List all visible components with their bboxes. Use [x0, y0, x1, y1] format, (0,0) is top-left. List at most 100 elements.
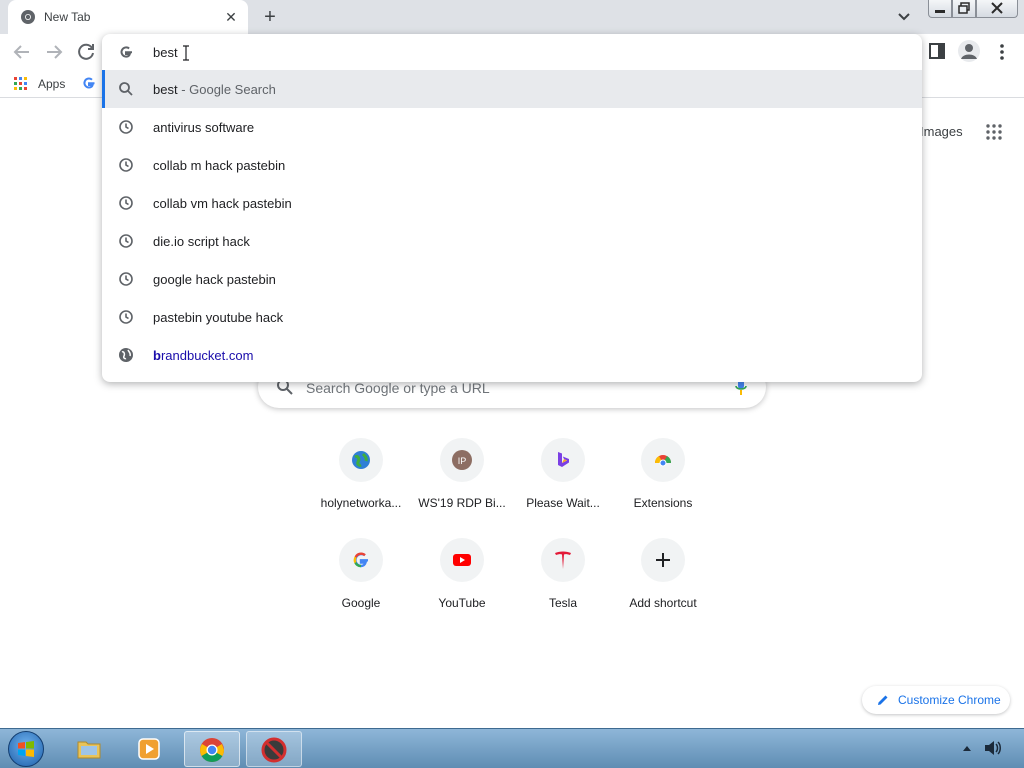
shortcut-label: Add shortcut — [629, 596, 697, 610]
images-link[interactable]: Images — [920, 124, 963, 139]
suggestion-url-rest: randbucket.com — [160, 348, 254, 363]
window-close-button[interactable] — [976, 0, 1018, 18]
taskbar-media-player[interactable] — [122, 731, 178, 767]
shortcut-tile[interactable]: IP WS'19 RDP Bi... — [406, 438, 518, 534]
history-clock-icon — [119, 234, 133, 248]
history-clock-icon — [119, 158, 133, 172]
taskbar-explorer[interactable] — [62, 731, 118, 767]
suggestion-history[interactable]: die.io script hack — [102, 222, 922, 260]
shortcut-label: Tesla — [548, 596, 577, 610]
shortcut-label: Please Wait... — [526, 496, 600, 510]
chevron-down-icon[interactable] — [894, 8, 914, 26]
svg-text:IP: IP — [458, 456, 467, 466]
window-restore-button[interactable] — [952, 0, 976, 18]
shortcut-tile[interactable]: Tesla — [507, 538, 619, 634]
google-icon — [353, 552, 368, 568]
restore-icon — [958, 2, 970, 14]
search-icon — [119, 82, 133, 96]
suggestion-search[interactable]: best - Google Search — [102, 70, 922, 108]
volume-icon[interactable] — [984, 740, 1002, 756]
google-apps-icon[interactable] — [986, 124, 1002, 140]
side-panel-icon[interactable] — [928, 42, 946, 60]
shortcut-tile[interactable]: Google — [305, 538, 417, 634]
shortcut-icon-circle — [541, 438, 585, 482]
google-icon[interactable] — [82, 76, 96, 90]
pencil-icon — [878, 695, 888, 705]
history-clock-icon — [119, 120, 133, 134]
suggestion-text: die.io script hack — [153, 234, 250, 249]
shortcut-tile[interactable]: Please Wait... — [507, 438, 619, 534]
minimize-icon — [935, 10, 945, 13]
forward-arrow-icon[interactable] — [42, 40, 66, 64]
apps-grid-icon[interactable] — [14, 77, 28, 91]
shortcut-icon-circle — [541, 538, 585, 582]
shortcut-icon-circle — [339, 538, 383, 582]
close-icon — [991, 2, 1003, 14]
shortcut-tile[interactable]: holynetworka... — [305, 438, 417, 534]
shortcut-tile[interactable]: Extensions — [607, 438, 719, 534]
shortcut-icon-circle — [339, 438, 383, 482]
reload-icon[interactable] — [74, 40, 98, 64]
suggestion-history[interactable]: pastebin youtube hack — [102, 298, 922, 336]
shortcut-label: holynetworka... — [320, 496, 402, 510]
chrome-icon — [200, 738, 224, 763]
suggestion-url[interactable]: brandbucket.com — [102, 336, 922, 374]
tab-strip: New Tab ✕ + — [0, 0, 1024, 34]
suggestion-text: antivirus software — [153, 120, 255, 135]
shortcut-label: YouTube — [438, 596, 486, 610]
suggestion-history[interactable]: google hack pastebin — [102, 260, 922, 298]
back-arrow-icon[interactable] — [10, 40, 34, 64]
omnibox-dropdown: best best - Google Search antivirus soft… — [102, 34, 922, 382]
suggestion-url-match: b — [153, 348, 161, 363]
globe-icon — [119, 348, 133, 362]
start-button[interactable] — [8, 731, 44, 767]
address-bar-input[interactable]: best — [153, 45, 178, 60]
tray-expand-icon[interactable] — [962, 744, 972, 752]
suggestion-suffix: - Google Search — [177, 82, 276, 97]
add-shortcut-tile[interactable]: Add shortcut — [607, 538, 719, 634]
shortcut-icon-circle — [440, 538, 484, 582]
suggestion-history[interactable]: collab m hack pastebin — [102, 146, 922, 184]
shortcut-label: Google — [341, 596, 381, 610]
shortcut-icon-circle: IP — [440, 438, 484, 482]
new-tab-button[interactable]: + — [258, 6, 282, 28]
text-cursor-icon — [183, 45, 189, 61]
taskbar-app[interactable] — [246, 731, 302, 767]
history-clock-icon — [119, 196, 133, 210]
suggestion-history[interactable]: collab vm hack pastebin — [102, 184, 922, 222]
history-clock-icon — [119, 272, 133, 286]
shortcut-icon-circle — [641, 438, 685, 482]
ip-icon: IP — [452, 450, 472, 470]
shortcut-label: Extensions — [633, 496, 693, 510]
more-vertical-icon[interactable] — [994, 42, 1010, 62]
history-clock-icon — [119, 310, 133, 324]
person-icon — [961, 44, 977, 59]
profile-avatar[interactable] — [958, 40, 980, 62]
taskbar-chrome[interactable] — [184, 731, 240, 767]
window-minimize-button[interactable] — [928, 0, 952, 18]
customize-chrome-button[interactable]: Customize Chrome — [862, 686, 1010, 714]
tab-new-tab[interactable]: New Tab ✕ — [8, 0, 248, 34]
folder-icon — [77, 741, 101, 759]
no-entry-icon — [261, 737, 287, 763]
bookmark-apps[interactable]: Apps — [38, 77, 65, 91]
shortcut-tile[interactable]: YouTube — [406, 538, 518, 634]
chrome-icon — [21, 10, 35, 24]
globe-icon — [352, 451, 370, 469]
windows-logo-icon — [18, 741, 34, 757]
suggestion-query: best — [153, 82, 178, 97]
shortcut-icon-circle — [641, 538, 685, 582]
plus-icon — [656, 553, 670, 567]
shortcut-label: WS'19 RDP Bi... — [418, 496, 506, 510]
tab-close-icon[interactable]: ✕ — [222, 8, 240, 26]
chrome-icon — [654, 455, 672, 467]
tab-title: New Tab — [44, 10, 91, 24]
suggestion-text: pastebin youtube hack — [153, 310, 284, 325]
google-icon — [120, 46, 132, 58]
ntp-search-placeholder: Search Google or type a URL — [306, 380, 490, 396]
bing-icon — [558, 452, 569, 467]
taskbar — [0, 728, 1024, 768]
tesla-icon — [555, 551, 571, 569]
suggestion-text: collab m hack pastebin — [153, 158, 286, 173]
suggestion-history[interactable]: antivirus software — [102, 108, 922, 146]
